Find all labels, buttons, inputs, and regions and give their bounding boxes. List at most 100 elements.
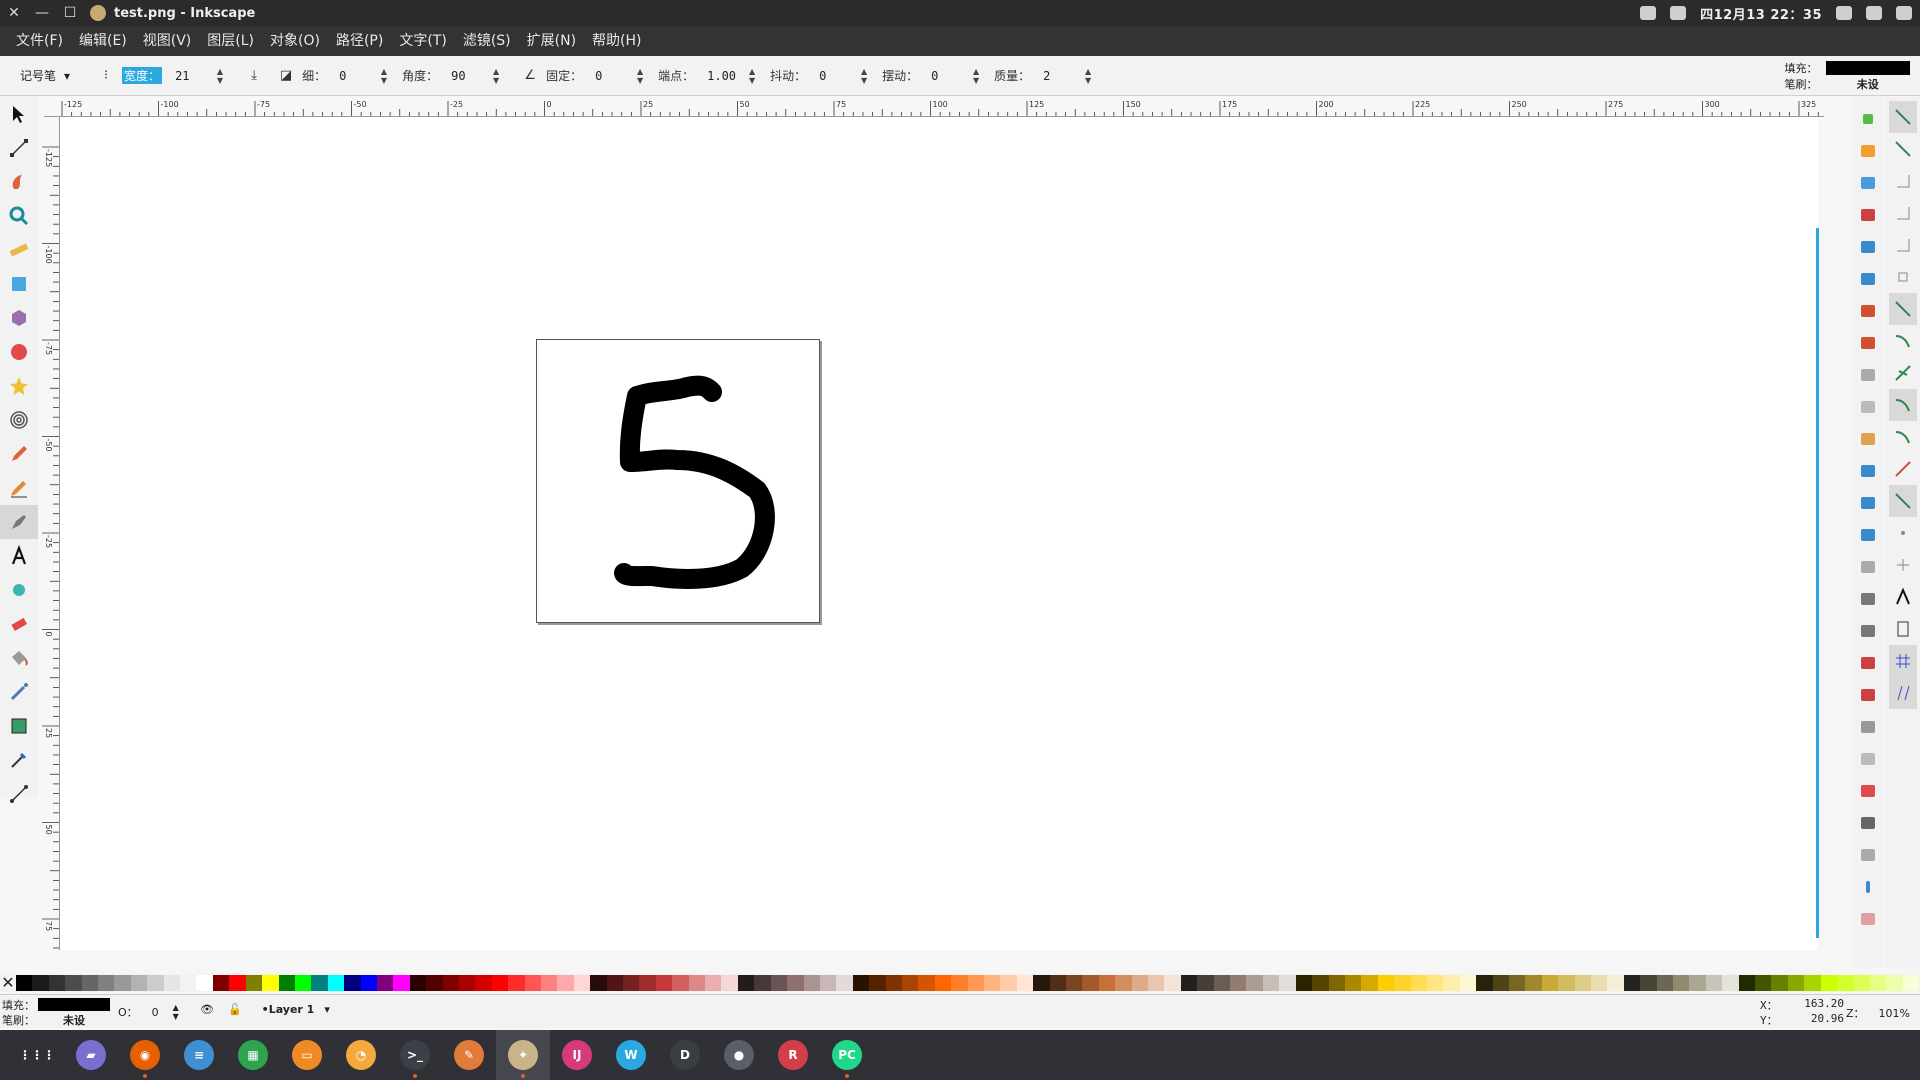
node-tool[interactable] — [0, 131, 38, 165]
snap-bbox-midpoints[interactable] — [1889, 229, 1917, 261]
palette-swatch[interactable] — [245, 975, 263, 991]
caps-spinbox[interactable]: 1.00 ▲ ▼ — [702, 64, 760, 88]
page-area[interactable] — [536, 339, 820, 623]
spin-arrows-icon[interactable]: ▲ ▼ — [173, 1003, 179, 1021]
palette-swatch[interactable] — [1722, 975, 1739, 991]
palette-swatch[interactable] — [1361, 975, 1378, 991]
palette-swatch[interactable] — [852, 975, 870, 991]
palette-swatch[interactable] — [262, 975, 279, 991]
paint-bucket-tool[interactable] — [0, 641, 38, 675]
palette-swatch[interactable] — [1066, 975, 1083, 991]
spin-arrows-icon[interactable]: ▲ ▼ — [381, 67, 387, 85]
tilt-icon[interactable]: ∠ — [522, 68, 538, 84]
ellipse-tool[interactable] — [0, 335, 38, 369]
zoom-page-button[interactable] — [1855, 519, 1881, 551]
palette-swatch[interactable] — [1180, 975, 1198, 991]
palette-swatch[interactable] — [1230, 975, 1247, 991]
measure-tool[interactable] — [0, 233, 38, 267]
snap-rotation-centers[interactable] — [1889, 549, 1917, 581]
palette-swatch[interactable] — [1279, 975, 1296, 991]
zoom-drawing-button[interactable] — [1855, 487, 1881, 519]
palette-swatch[interactable] — [442, 975, 459, 991]
mesh-tool[interactable] — [0, 709, 38, 743]
palette-swatch[interactable] — [1689, 975, 1706, 991]
connector-tool[interactable] — [0, 777, 38, 811]
layers-button[interactable] — [1855, 775, 1881, 807]
3d-box-tool[interactable] — [0, 301, 38, 335]
palette-swatch[interactable] — [819, 975, 837, 991]
snap-smooth-nodes[interactable] — [1889, 421, 1917, 453]
palette-swatch[interactable] — [1886, 975, 1903, 991]
palette-swatch[interactable] — [1000, 975, 1017, 991]
dock-app-editor[interactable]: ✎ — [442, 1030, 496, 1080]
palette-swatch[interactable] — [1837, 975, 1854, 991]
minimize-window-button[interactable]: — — [28, 0, 56, 26]
save-button[interactable] — [1855, 167, 1881, 199]
snap-line-midpoints[interactable] — [1889, 453, 1917, 485]
redo-button[interactable] — [1855, 327, 1881, 359]
spin-arrows-icon[interactable]: ▲ ▼ — [861, 67, 867, 85]
angle-spinbox[interactable]: 90 ▲ ▼ — [446, 64, 504, 88]
palette-swatch[interactable] — [1344, 975, 1362, 991]
palette-swatch[interactable] — [1246, 975, 1263, 991]
spin-arrows-icon[interactable]: ▲ ▼ — [973, 67, 979, 85]
wiggle-spinbox[interactable]: 0 ▲ ▼ — [926, 64, 984, 88]
palette-swatch[interactable] — [458, 975, 476, 991]
palette-swatch[interactable] — [311, 975, 328, 991]
spin-arrows-icon[interactable]: ▲ ▼ — [637, 67, 643, 85]
fill-swatch[interactable] — [1825, 61, 1910, 75]
eraser-tool[interactable] — [0, 607, 38, 641]
layer-dropdown[interactable]: •Layer 1 ▾ — [256, 1001, 336, 1018]
palette-swatch[interactable] — [705, 975, 722, 991]
text-tool[interactable] — [0, 539, 38, 573]
palette-swatch[interactable] — [180, 975, 197, 991]
xml-editor-button[interactable] — [1855, 807, 1881, 839]
wifi-icon[interactable] — [1836, 6, 1852, 20]
palette-swatch[interactable] — [1410, 975, 1427, 991]
fixation-spinbox[interactable]: 0 ▲ ▼ — [590, 64, 648, 88]
palette-swatch[interactable] — [344, 975, 361, 991]
snap-object-centers[interactable] — [1889, 517, 1917, 549]
palette-swatch[interactable] — [967, 975, 984, 991]
palette-swatch[interactable] — [1804, 975, 1821, 991]
import-button[interactable] — [1855, 231, 1881, 263]
snap-guides[interactable] — [1889, 677, 1917, 709]
palette-swatch[interactable] — [1673, 975, 1690, 991]
export-button[interactable] — [1855, 263, 1881, 295]
snap-grids[interactable] — [1889, 645, 1917, 677]
dock-app-launcher[interactable]: ⋮⋮⋮ — [10, 1030, 64, 1080]
status-fill-swatch[interactable] — [38, 998, 110, 1011]
mass-spinbox[interactable]: 2 ▲ ▼ — [1038, 64, 1096, 88]
menu-text[interactable]: 文字(T) — [391, 26, 454, 56]
group-button[interactable] — [1855, 647, 1881, 679]
palette-swatch[interactable] — [1771, 975, 1788, 991]
menu-file[interactable]: 文件(F) — [8, 26, 71, 56]
distribute-button[interactable] — [1855, 903, 1881, 935]
palette-swatch[interactable] — [1262, 975, 1280, 991]
snap-bbox-edges[interactable] — [1889, 165, 1917, 197]
palette-swatch[interactable] — [1738, 975, 1756, 991]
pencil-tool[interactable] — [0, 437, 38, 471]
palette-swatch[interactable] — [1033, 975, 1050, 991]
zoom-value[interactable]: 101% — [1879, 1007, 1910, 1020]
spin-arrows-icon[interactable]: ▲ ▼ — [1085, 67, 1091, 85]
palette-swatch[interactable] — [869, 975, 886, 991]
copy-button[interactable] — [1855, 359, 1881, 391]
palette-swatch[interactable] — [1295, 975, 1313, 991]
palette-swatch[interactable] — [541, 975, 558, 991]
menu-object[interactable]: 对象(O) — [262, 26, 328, 56]
fill-stroke-button[interactable] — [1855, 711, 1881, 743]
palette-swatch[interactable] — [508, 975, 525, 991]
palette-swatch[interactable] — [573, 975, 591, 991]
palette-swatch[interactable] — [1377, 975, 1395, 991]
palette-swatch[interactable] — [1640, 975, 1657, 991]
stroke-value[interactable]: 未设 — [1826, 76, 1910, 92]
snap-paths[interactable] — [1889, 325, 1917, 357]
menu-help[interactable]: 帮助(H) — [584, 26, 649, 56]
dock-app-terminal[interactable]: >_ — [388, 1030, 442, 1080]
snap-path-intersections[interactable] — [1889, 357, 1917, 389]
paste-button[interactable] — [1855, 423, 1881, 455]
palette-swatch[interactable] — [1049, 975, 1066, 991]
pressure-icon[interactable]: ⤓ — [246, 68, 262, 84]
spin-arrows-icon[interactable]: ▲ ▼ — [217, 67, 223, 85]
